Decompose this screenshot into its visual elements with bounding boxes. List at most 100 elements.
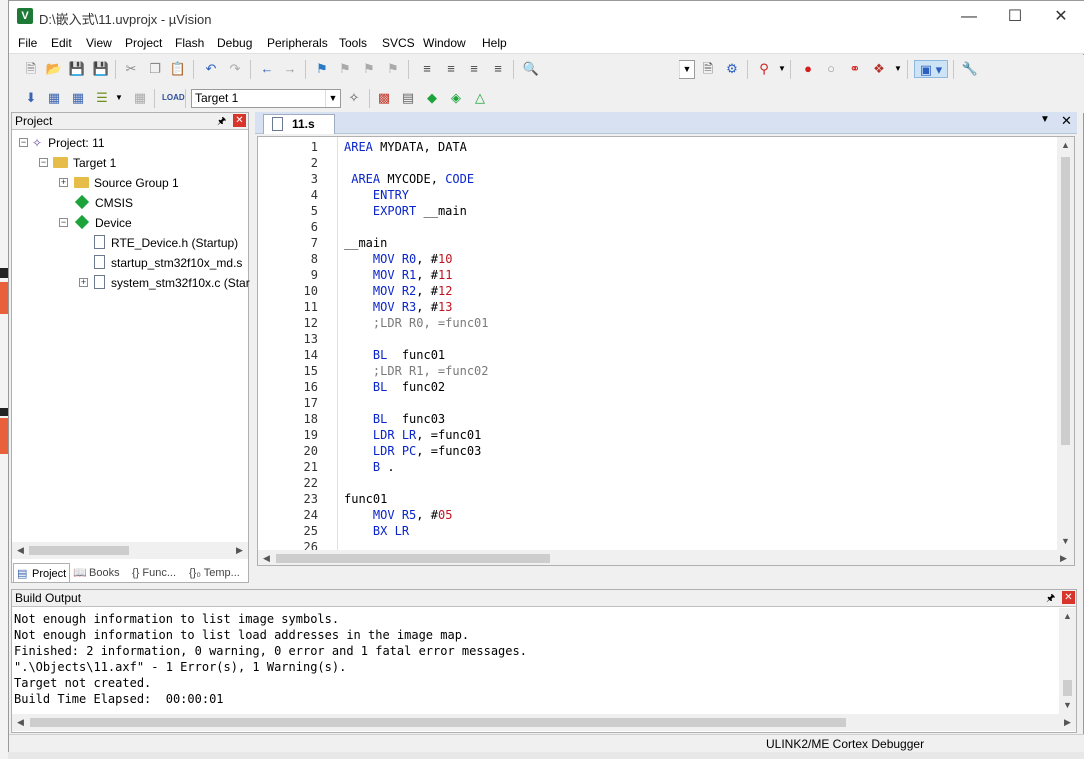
target-options-icon[interactable]: ✧ xyxy=(345,89,363,107)
scroll-left-icon[interactable]: ◀ xyxy=(12,714,29,731)
scroll-thumb[interactable] xyxy=(1061,157,1070,445)
prev-bookmark-icon[interactable]: ⚑ xyxy=(336,60,354,78)
menu-project[interactable]: Project xyxy=(125,36,162,50)
unindent-icon[interactable]: ≡ xyxy=(442,60,460,78)
next-bookmark-icon[interactable]: ⚑ xyxy=(360,60,378,78)
collapse-icon[interactable]: − xyxy=(59,218,68,227)
menu-svcs[interactable]: SVCS xyxy=(382,36,415,50)
tree-item-project[interactable]: ✧ Project: 11 xyxy=(32,133,105,153)
menu-peripherals[interactable]: Peripherals xyxy=(267,36,328,50)
pack-update-icon[interactable]: △ xyxy=(471,89,489,107)
find-replace-icon[interactable]: ⚙ xyxy=(723,60,741,78)
paste-icon[interactable]: 📋 xyxy=(169,60,187,78)
scroll-left-icon[interactable]: ◀ xyxy=(12,542,29,559)
collapse-icon[interactable]: − xyxy=(39,158,48,167)
scroll-right-icon[interactable]: ▶ xyxy=(231,542,248,559)
tree-item-file[interactable]: system_stm32f10x.c (Star xyxy=(94,273,250,293)
scroll-thumb[interactable] xyxy=(30,718,846,727)
batch-build-icon[interactable]: ☰ xyxy=(93,89,111,107)
clear-bookmarks-icon[interactable]: ⚑ xyxy=(384,60,402,78)
undo-icon[interactable]: ↶ xyxy=(202,60,220,78)
target-select[interactable]: Target 1 ▼ xyxy=(191,89,341,108)
scroll-left-icon[interactable]: ◀ xyxy=(258,550,275,565)
navigate-forward-icon[interactable]: → xyxy=(281,60,299,78)
menu-window[interactable]: Window xyxy=(423,36,466,50)
menu-debug[interactable]: Debug xyxy=(217,36,252,50)
rebuild-icon[interactable]: ▦ xyxy=(69,89,87,107)
collapse-icon[interactable]: − xyxy=(19,138,28,147)
tree-item-source-group[interactable]: Source Group 1 xyxy=(74,173,179,193)
translate-icon[interactable]: ⬇ xyxy=(22,89,40,107)
uncomment-icon[interactable]: ≡ xyxy=(489,60,507,78)
download-icon[interactable]: LOAD xyxy=(162,89,185,107)
editor-hscrollbar[interactable]: ◀ ▶ xyxy=(258,550,1074,565)
tab-functions[interactable]: {} Func... xyxy=(132,563,176,583)
enable-breakpoint-icon[interactable]: ○ xyxy=(822,60,840,78)
start-debug-icon[interactable]: ⚲ xyxy=(755,60,773,78)
comment-icon[interactable]: ≡ xyxy=(465,60,483,78)
chevron-down-icon[interactable]: ▼ xyxy=(110,89,128,107)
incremental-find-icon[interactable]: 🗎 xyxy=(699,60,717,78)
cut-icon[interactable]: ✂ xyxy=(122,60,140,78)
menu-edit[interactable]: Edit xyxy=(51,36,72,50)
open-folder-icon[interactable]: 📂 xyxy=(45,60,63,78)
scroll-down-icon[interactable]: ▼ xyxy=(1059,697,1076,714)
code-editor[interactable]: 1 AREA MYDATA, DATA 2 3 AREA MYCODE, CODE 4 … xyxy=(257,136,1075,566)
tab-project[interactable]: ▤ Project xyxy=(13,563,70,583)
scroll-thumb[interactable] xyxy=(276,554,550,563)
close-icon[interactable]: ✕ xyxy=(233,114,246,127)
pin-icon[interactable]: 🖈 xyxy=(217,114,226,130)
redo-icon[interactable]: ↷ xyxy=(226,60,244,78)
window-layout-icon[interactable]: ▣ ▾ xyxy=(914,60,948,78)
pack-installer-icon[interactable]: ◈ xyxy=(447,89,465,107)
new-file-icon[interactable]: 🗎 xyxy=(22,60,40,78)
scroll-down-icon[interactable]: ▼ xyxy=(1057,533,1074,550)
tree-item-cmsis[interactable]: CMSIS xyxy=(74,193,133,213)
scroll-thumb[interactable] xyxy=(29,546,129,555)
scroll-right-icon[interactable]: ▶ xyxy=(1055,550,1072,565)
configure-icon[interactable]: 🔧 xyxy=(961,60,979,78)
chevron-down-icon[interactable]: ▼ xyxy=(773,60,791,78)
tree-item-device[interactable]: Device xyxy=(74,213,132,233)
select-pack-icon[interactable]: ▤ xyxy=(399,89,417,107)
navigate-back-icon[interactable]: ← xyxy=(258,60,276,78)
tree-item-target[interactable]: Target 1 xyxy=(53,153,116,173)
menu-flash[interactable]: Flash xyxy=(175,36,204,50)
maximize-button[interactable]: ☐ xyxy=(992,1,1038,32)
chevron-down-icon[interactable]: ▼ xyxy=(889,60,907,78)
save-icon[interactable]: 💾 xyxy=(68,60,86,78)
copy-icon[interactable]: ❐ xyxy=(146,60,164,78)
menu-view[interactable]: View xyxy=(86,36,112,50)
editor-vscrollbar[interactable]: ▲ ▼ xyxy=(1057,137,1074,550)
disable-breakpoints-icon[interactable]: ⚭ xyxy=(846,60,864,78)
scroll-up-icon[interactable]: ▲ xyxy=(1057,137,1074,154)
close-button[interactable]: ✕ xyxy=(1038,1,1084,32)
close-tab-icon[interactable]: ✕ xyxy=(1061,113,1072,129)
tab-list-dropdown-icon[interactable]: ▼ xyxy=(1040,114,1050,125)
bookmark-icon[interactable]: ⚑ xyxy=(313,60,331,78)
indent-icon[interactable]: ≡ xyxy=(418,60,436,78)
scroll-right-icon[interactable]: ▶ xyxy=(1059,714,1076,731)
close-icon[interactable]: ✕ xyxy=(1062,591,1075,604)
find-combo[interactable]: ▼ xyxy=(679,60,695,79)
output-hscrollbar[interactable]: ◀ ▶ xyxy=(12,714,1076,731)
stop-build-icon[interactable]: ▦ xyxy=(131,89,149,107)
output-vscrollbar[interactable]: ▲ ▼ xyxy=(1059,608,1076,714)
project-hscrollbar[interactable]: ◀ ▶ xyxy=(12,542,248,559)
pin-icon[interactable]: 🖈 xyxy=(1046,591,1055,607)
build-icon[interactable]: ▦ xyxy=(45,89,63,107)
scroll-thumb[interactable] xyxy=(1063,680,1072,696)
find-in-files-icon[interactable]: 🔍 xyxy=(522,60,540,78)
expand-icon[interactable]: + xyxy=(59,178,68,187)
breakpoint-icon[interactable]: ● xyxy=(799,60,817,78)
expand-icon[interactable]: + xyxy=(79,278,88,287)
tab-11-s[interactable]: 11.s xyxy=(263,114,335,134)
tree-item-file[interactable]: RTE_Device.h (Startup) xyxy=(94,233,238,253)
manage-project-items-icon[interactable]: ▩ xyxy=(375,89,393,107)
save-all-icon[interactable]: 💾 xyxy=(92,60,110,78)
menu-file[interactable]: File xyxy=(18,36,37,50)
tree-item-file[interactable]: startup_stm32f10x_md.s xyxy=(94,253,242,273)
scroll-up-icon[interactable]: ▲ xyxy=(1059,608,1076,625)
menu-tools[interactable]: Tools xyxy=(339,36,367,50)
kill-breakpoints-icon[interactable]: ❖ xyxy=(870,60,888,78)
